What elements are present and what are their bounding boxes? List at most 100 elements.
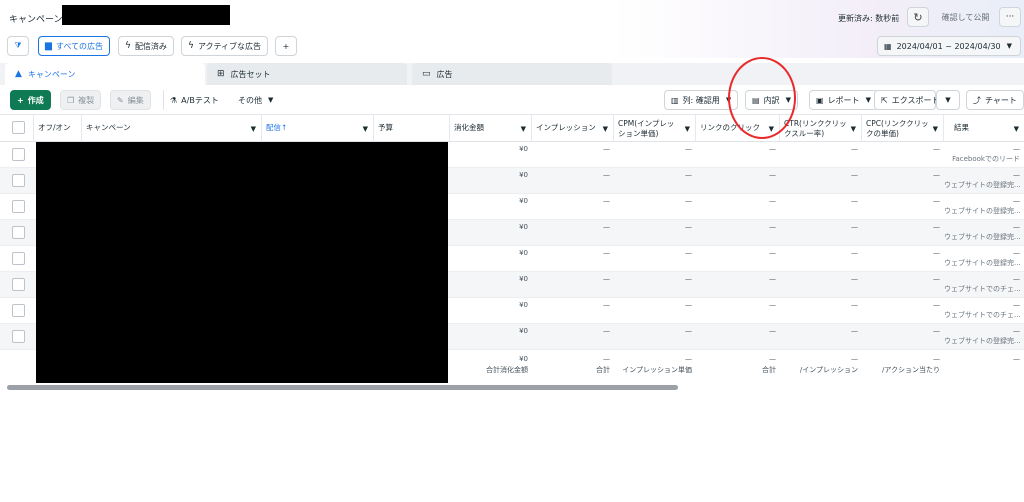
campaign-table: オフ/オン キャンペーン ▼ 配信↑ ▼ 予算 消化金額 ▼ インプレッション … — [0, 115, 1024, 383]
header-campaign[interactable]: キャンペーン ▼ — [82, 115, 262, 142]
page-title: キャンペーン — [9, 15, 63, 25]
row-checkbox[interactable] — [12, 148, 25, 161]
cell-link-clicks: — — [769, 145, 776, 153]
row-checkbox[interactable] — [12, 226, 25, 239]
add-filter-button[interactable]: + — [275, 36, 297, 56]
filter-delivered[interactable]: ϟ 配信済み — [118, 36, 174, 56]
lightning-icon: ϟ — [125, 41, 131, 51]
chart-label: チャート — [985, 95, 1017, 105]
export-label: エクスポート — [891, 95, 940, 105]
header-cpm[interactable]: CPM(インプレッション単価) ▼ — [614, 115, 696, 142]
chart-button[interactable]: ⤴ チャート — [966, 90, 1024, 110]
cell-results: ウェブサイトの登録完... — [944, 259, 1021, 267]
breakdown-icon: ▤ — [752, 95, 760, 105]
chevron-down-icon: ▼ — [785, 96, 791, 104]
edit-button[interactable]: ✎ 編集 — [110, 90, 151, 110]
tab-ads[interactable]: ▭ 広告 — [412, 63, 612, 85]
chevron-down-icon: ▼ — [768, 125, 774, 133]
cell-cpc: — — [933, 197, 940, 205]
tab-campaigns-label: キャンペーン — [27, 69, 76, 79]
filter-all-ads[interactable]: ▆ すべての広告 — [38, 36, 111, 56]
summary-impressions-label: 合計 — [596, 366, 610, 374]
cell-results: ウェブサイトでのチェ... — [944, 285, 1021, 293]
cell-impressions: — — [603, 275, 610, 283]
chevron-down-icon: ▼ — [602, 125, 608, 133]
header-on-off[interactable]: オフ/オン — [34, 115, 82, 142]
pencil-icon: ✎ — [117, 95, 124, 105]
breakdown-button[interactable]: ▤ 内訳 ▼ — [745, 90, 798, 110]
create-button[interactable]: + 作成 — [10, 90, 51, 110]
reports-button[interactable]: ▣ レポート ▼ — [809, 90, 878, 110]
cell-spend: ¥0 — [519, 223, 528, 231]
cell-impressions: — — [603, 327, 610, 335]
tab-campaigns[interactable]: ▲ キャンペーン — [5, 63, 205, 85]
summary-impressions: — 合計 — [532, 350, 614, 383]
filter-all-ads-label: すべての広告 — [55, 41, 104, 51]
other-menu-button[interactable]: その他 ▼ — [232, 90, 279, 110]
export-dropdown-button[interactable]: ▼ — [936, 90, 960, 110]
horizontal-scrollbar[interactable] — [7, 385, 678, 390]
filter-delivered-label: 配信済み — [134, 41, 167, 51]
grid-icon: ⊞ — [217, 69, 225, 79]
header-campaign-label: キャンペーン — [86, 123, 131, 132]
cell-spend: ¥0 — [519, 275, 528, 283]
cell-ctr: — — [851, 171, 858, 179]
row-checkbox[interactable] — [12, 200, 25, 213]
filter-active-ads[interactable]: ϟ アクティブな広告 — [181, 36, 269, 56]
cell-ctr: — — [851, 275, 858, 283]
header-cpc[interactable]: CPC(リンククリックの単価) ▼ — [862, 115, 944, 142]
folder-icon: ▆ — [45, 41, 52, 51]
header-budget[interactable]: 予算 — [374, 115, 450, 142]
cell-cpc: — — [933, 249, 940, 257]
cell-impressions: — — [603, 301, 610, 309]
filter-active-ads-label: アクティブな広告 — [197, 41, 262, 51]
breakdown-label: 内訳 — [763, 95, 780, 105]
refresh-button[interactable]: ↻ — [907, 7, 929, 27]
row-checkbox[interactable] — [12, 252, 25, 265]
summary-cpc: — /アクション当たり — [862, 350, 944, 383]
duplicate-button[interactable]: ❐ 複製 — [60, 90, 102, 110]
publish-button[interactable]: 確認して公開 — [936, 7, 995, 27]
cell-cpc: — — [933, 171, 940, 179]
more-options-button[interactable]: ··· — [999, 7, 1021, 27]
header-impressions[interactable]: インプレッション ▼ — [532, 115, 614, 142]
summary-cpm: — インプレッション単価 — [614, 350, 696, 383]
cell-cpc: — — [933, 223, 940, 231]
row-checkbox[interactable] — [12, 278, 25, 291]
row-checkbox[interactable] — [12, 330, 25, 343]
cell-link-clicks: — — [769, 171, 776, 179]
cell-impressions: — — [603, 145, 610, 153]
cell-ctr: — — [851, 223, 858, 231]
header-results[interactable]: 結果 ▼ — [944, 115, 1024, 142]
other-label: その他 — [238, 95, 262, 105]
cell-ctr: — — [851, 301, 858, 309]
select-all-checkbox[interactable] — [12, 121, 25, 134]
header-results-label: 結果 — [954, 123, 969, 132]
more-icon: ··· — [1005, 12, 1015, 22]
cell-results: ウェブサイトの登録完... — [944, 233, 1021, 241]
columns-button[interactable]: ▥ 列: 確認用 ▼ — [664, 90, 739, 110]
header-spend[interactable]: 消化金額 ▼ — [450, 115, 532, 142]
reports-label: レポート — [827, 95, 860, 105]
export-button[interactable]: ⇱ エクスポート — [874, 90, 939, 110]
tab-ad-sets[interactable]: ⊞ 広告セット — [207, 63, 407, 85]
cell-results: ウェブサイトの登録完... — [944, 207, 1021, 215]
cell-ctr: — — [851, 197, 858, 205]
summary-ctr-label: /インプレッション — [799, 366, 858, 374]
filter-toggle-button[interactable]: ⧩ — [7, 36, 29, 56]
cell-cpm: — — [685, 301, 692, 309]
header-delivery[interactable]: 配信↑ ▼ — [262, 115, 374, 142]
summary-ctr: — /インプレッション — [780, 350, 862, 383]
row-checkbox[interactable] — [12, 304, 25, 317]
ab-test-button[interactable]: ⚗ A/Bテスト — [163, 90, 225, 110]
date-range-picker[interactable]: ▦ 2024/04/01 ~ 2024/04/30 ▼ — [877, 36, 1021, 56]
summary-clicks-label: 合計 — [762, 366, 776, 374]
row-checkbox[interactable] — [12, 174, 25, 187]
summary-dash: — — [851, 355, 858, 363]
cell-spend: ¥0 — [519, 171, 528, 179]
cell-link-clicks: — — [769, 223, 776, 231]
duplicate-label: 複製 — [78, 95, 95, 105]
header-link-clicks[interactable]: リンクのクリック ▼ — [696, 115, 780, 142]
ad-icon: ▭ — [422, 69, 431, 79]
header-ctr[interactable]: CTR(リンククリックスルー率) ▼ — [780, 115, 862, 142]
